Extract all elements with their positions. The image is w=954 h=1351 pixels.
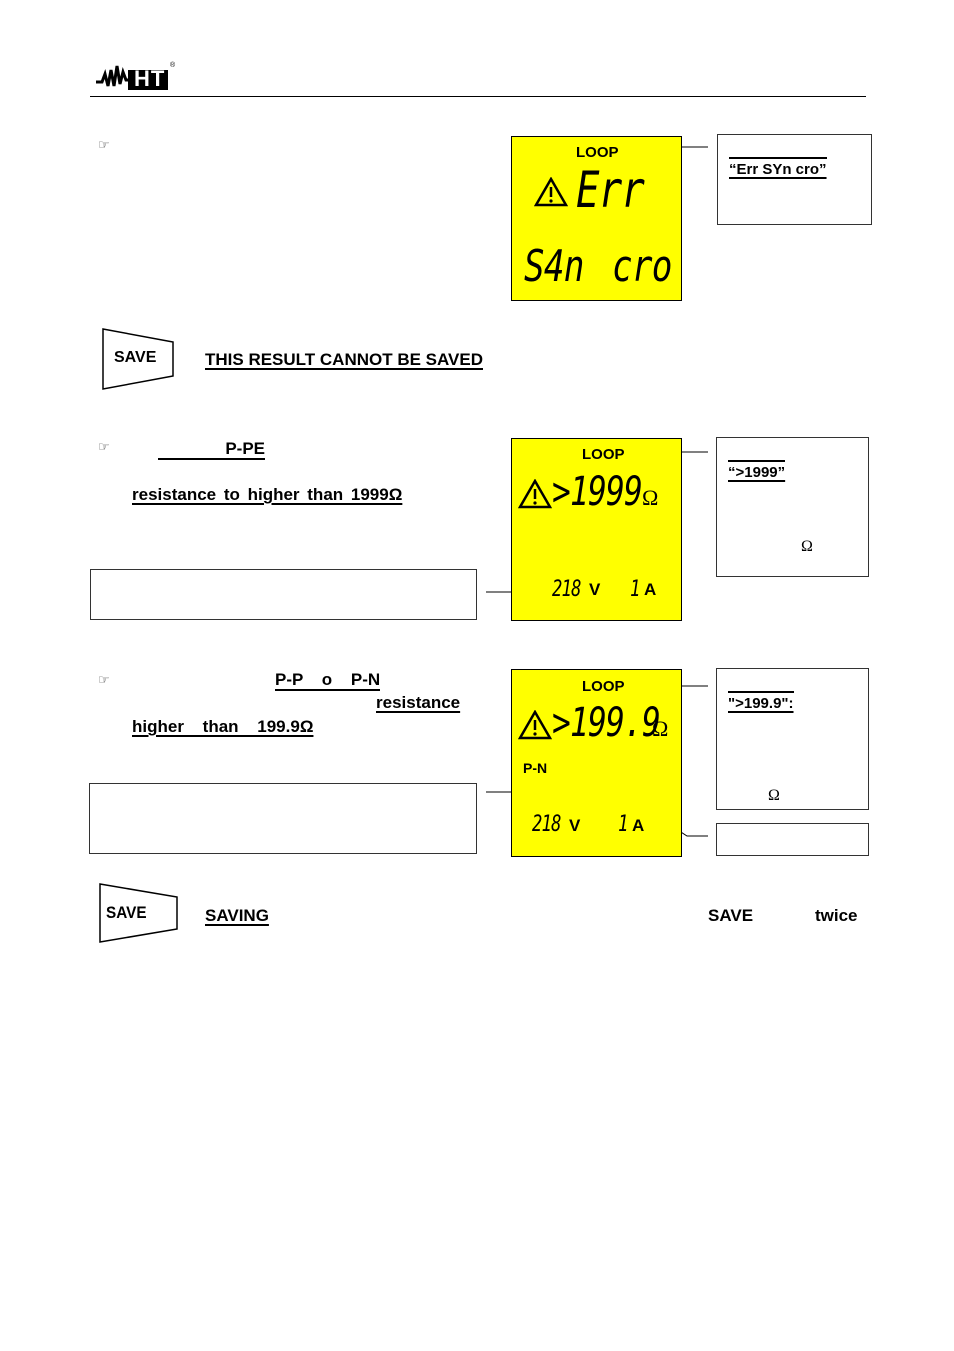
- resistance-text: resistance: [376, 693, 461, 712]
- twice-text: twice: [815, 906, 858, 925]
- lcd-reading: >1999: [552, 469, 643, 515]
- pointing-hand-icon: ☞: [98, 138, 110, 153]
- p-pe-label: P-PE: [158, 439, 265, 460]
- save-key-icon: SAVE: [102, 328, 174, 390]
- header-divider: [90, 96, 866, 97]
- p-p-text: P-P: [275, 670, 304, 689]
- lcd-display-err: LOOP Err S4n cro: [511, 136, 682, 301]
- pointing-hand-icon: ☞: [98, 440, 110, 455]
- callout-1999: “>1999” Ω: [716, 437, 869, 577]
- lcd-voltage: 218: [532, 812, 561, 837]
- lcd-display-199: LOOP >199.9 Ω P-N 218 V 1 A: [511, 669, 682, 857]
- lcd-mode-label: LOOP: [576, 144, 619, 161]
- lcd-phase-mode: P-N: [523, 760, 548, 776]
- callout-199: ">199.9": Ω: [716, 668, 869, 810]
- callout-title: “>1999”: [728, 460, 786, 481]
- save-key-icon: SAVE: [99, 883, 179, 943]
- lcd-current-unit: A: [632, 816, 645, 835]
- resistance-1999-text: resistance to higher than 1999Ω: [132, 485, 403, 504]
- lcd-display-1999: LOOP >1999 Ω 218 V 1 A: [511, 438, 682, 621]
- callout-title: ">199.9":: [728, 691, 794, 712]
- pointing-hand-icon: ☞: [98, 673, 110, 688]
- lcd-syn-text: S4n: [524, 241, 584, 292]
- callout-ohm: Ω: [768, 787, 780, 804]
- warning-icon: [518, 479, 552, 509]
- registered-mark: ®: [170, 62, 176, 69]
- save-key-label: SAVE: [106, 903, 147, 922]
- lcd-current: 1: [630, 577, 640, 602]
- save-key-label: SAVE: [114, 349, 157, 366]
- voltage-current-note-box: [90, 569, 477, 620]
- lcd-mode-label: LOOP: [582, 446, 625, 463]
- callout-ohm: Ω: [801, 538, 813, 555]
- or-text: o: [321, 670, 333, 689]
- lcd-reading: >199.9: [552, 700, 661, 746]
- brand-text: HT: [134, 66, 166, 91]
- lcd-mode-label: LOOP: [582, 678, 625, 695]
- lcd-voltage-unit: V: [589, 580, 601, 599]
- warning-icon: [534, 177, 568, 207]
- callout-phase-box: [716, 823, 869, 856]
- callout-err-syncro: “Err SYn cro”: [717, 134, 872, 225]
- ht-logo: HT ®: [94, 60, 176, 92]
- p-n-text: P-N: [350, 670, 381, 689]
- lcd-unit-ohm: Ω: [652, 716, 669, 741]
- lcd-current: 1: [618, 812, 628, 837]
- lcd-voltage-unit: V: [569, 816, 581, 835]
- cannot-save-note: THIS RESULT CANNOT BE SAVED: [205, 350, 483, 369]
- callout-title: “Err SYn cro”: [729, 157, 827, 178]
- lcd-cro-text: cro: [612, 241, 672, 292]
- save-key-reference: SAVE: [708, 906, 754, 925]
- saving-heading: SAVING: [205, 906, 269, 925]
- voltage-current-note-box: [89, 783, 477, 854]
- higher-than-199-text: higher than 199.9Ω: [132, 717, 314, 736]
- lcd-current-unit: A: [644, 580, 657, 599]
- p-p-or-p-n-label: P-P o P-N: [275, 670, 381, 691]
- warning-icon: [518, 710, 552, 740]
- lcd-err-text: Err: [576, 161, 645, 219]
- lcd-unit-ohm: Ω: [642, 485, 659, 510]
- lcd-voltage: 218: [552, 577, 581, 602]
